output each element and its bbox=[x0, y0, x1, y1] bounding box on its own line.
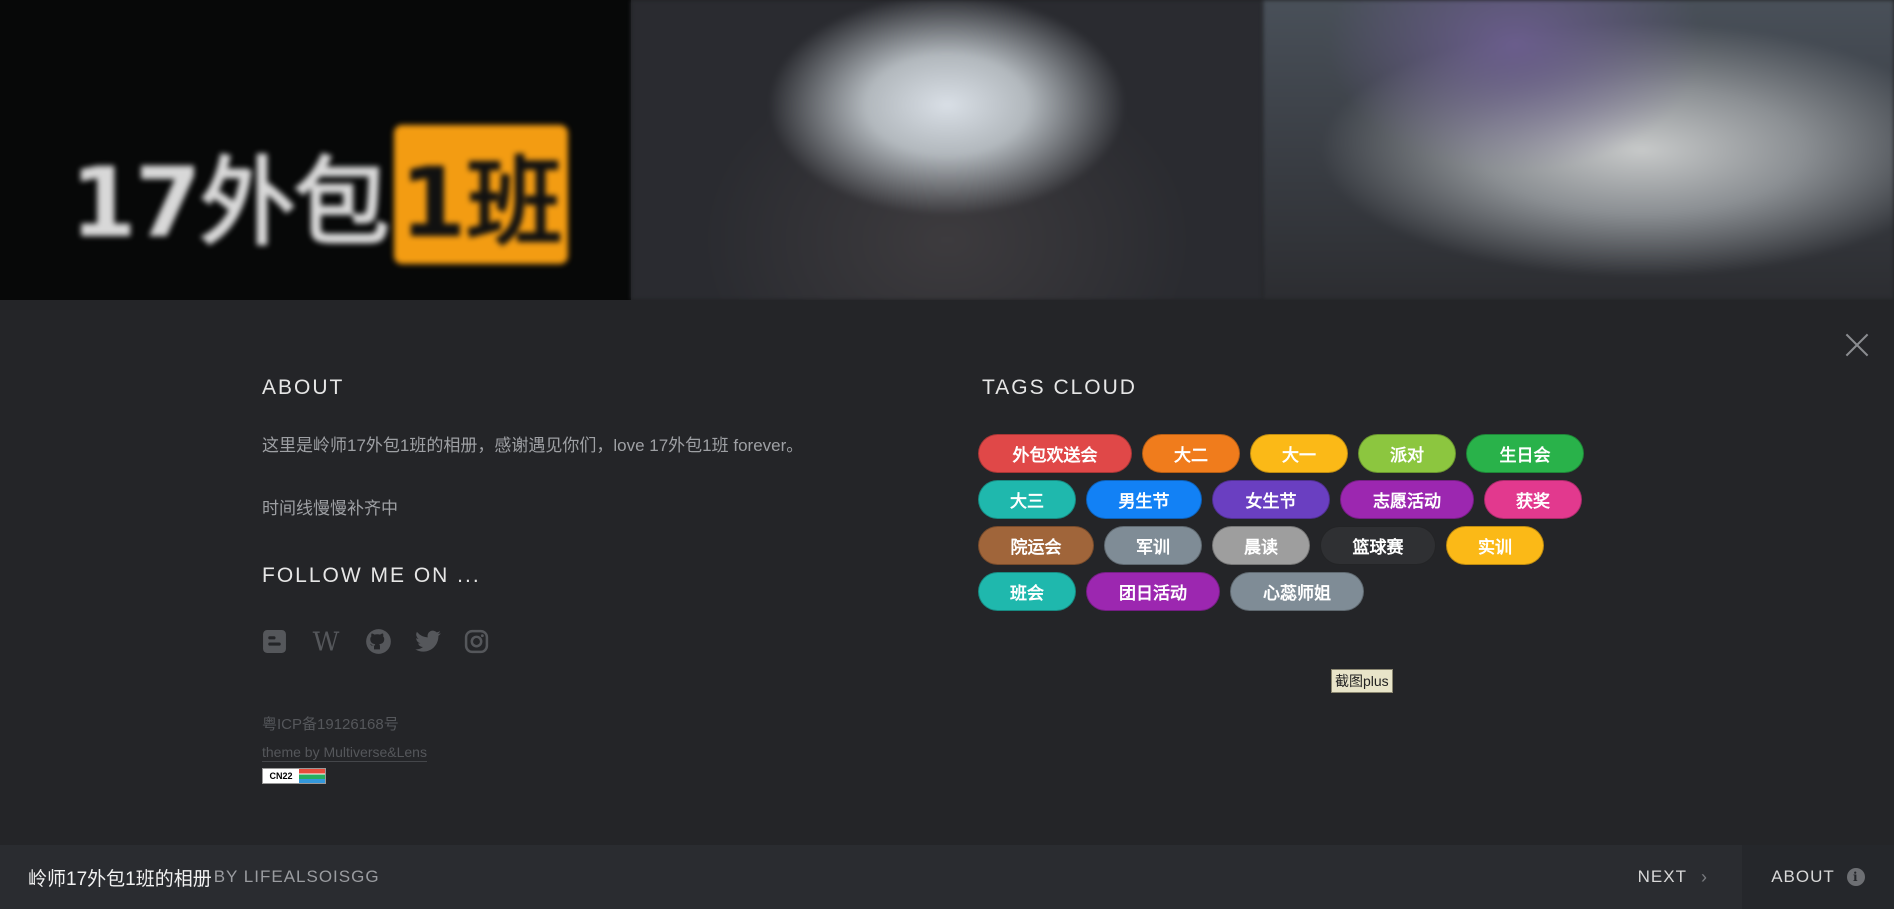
next-button[interactable]: NEXT › bbox=[1602, 845, 1744, 909]
page: 17外包 1班 ABOUT 这里是岭师17外包1班的相册，感谢遇见你们，love… bbox=[0, 0, 1894, 909]
tags-cloud-heading: TAGS CLOUD bbox=[982, 376, 1137, 399]
about-label: ABOUT bbox=[1771, 867, 1835, 886]
class-logo: 17外包 1班 bbox=[70, 125, 569, 264]
next-label: NEXT bbox=[1637, 867, 1687, 886]
site-title[interactable]: 岭师17外包1班的相册 bbox=[28, 864, 212, 891]
badge-stripes bbox=[299, 769, 325, 783]
tag-pill[interactable]: 篮球赛 bbox=[1320, 526, 1436, 565]
instagram-icon[interactable] bbox=[464, 629, 489, 654]
tag-pill[interactable]: 团日活动 bbox=[1086, 572, 1220, 611]
tag-pill[interactable]: 心蕊师姐 bbox=[1230, 572, 1364, 611]
social-links: W bbox=[262, 628, 912, 655]
logo-orange-text: 1班 bbox=[393, 125, 569, 264]
tag-pill[interactable]: 大三 bbox=[978, 480, 1076, 519]
tag-pill[interactable]: 外包欢送会 bbox=[978, 434, 1132, 473]
tag-pill[interactable]: 女生节 bbox=[1212, 480, 1330, 519]
cn22-badge[interactable]: CN22 bbox=[262, 768, 326, 784]
about-description: 这里是岭师17外包1班的相册，感谢遇见你们，love 17外包1班 foreve… bbox=[262, 436, 804, 455]
tag-pill[interactable]: 志愿活动 bbox=[1340, 480, 1474, 519]
svg-text:W: W bbox=[313, 629, 340, 654]
bottom-navigation-bar: 岭师17外包1班的相册 BY LIFEALSOISGG NEXT › ABOUT… bbox=[0, 845, 1894, 909]
github-icon[interactable] bbox=[365, 628, 392, 655]
background-photo-group bbox=[631, 0, 1263, 300]
theme-credit-link[interactable]: theme by Multiverse&Lens bbox=[262, 744, 427, 762]
tags-cloud-column: TAGS CLOUD 外包欢送会 大二 大一 派对 生日会 大三 男生节 女生节… bbox=[978, 376, 1602, 611]
about-column: ABOUT 这里是岭师17外包1班的相册，感谢遇见你们，love 17外包1班 … bbox=[262, 376, 912, 784]
about-heading: ABOUT bbox=[262, 376, 345, 399]
tags-list: 外包欢送会 大二 大一 派对 生日会 大三 男生节 女生节 志愿活动 获奖 院运… bbox=[978, 434, 1598, 611]
blogger-icon[interactable] bbox=[262, 629, 287, 654]
tag-pill[interactable]: 大二 bbox=[1142, 434, 1240, 473]
about-button[interactable]: ABOUT i bbox=[1742, 845, 1894, 909]
info-icon: i bbox=[1846, 868, 1865, 886]
tag-pill[interactable]: 军训 bbox=[1104, 526, 1202, 565]
twitter-icon[interactable] bbox=[414, 630, 442, 654]
tag-pill[interactable]: 派对 bbox=[1358, 434, 1456, 473]
about-overlay-panel: ABOUT 这里是岭师17外包1班的相册，感谢遇见你们，love 17外包1班 … bbox=[0, 300, 1894, 845]
background-photo-strip: 17外包 1班 bbox=[0, 0, 1894, 300]
background-photo-hall bbox=[1262, 0, 1894, 300]
tag-pill[interactable]: 院运会 bbox=[978, 526, 1094, 565]
tag-pill[interactable]: 获奖 bbox=[1484, 480, 1582, 519]
site-author: BY LIFEALSOISGG bbox=[213, 867, 380, 886]
tag-pill[interactable]: 晨读 bbox=[1212, 526, 1310, 565]
tag-pill[interactable]: 生日会 bbox=[1466, 434, 1584, 473]
badge-label: CN22 bbox=[263, 769, 299, 783]
screenshot-watermark: 截图plus bbox=[1331, 669, 1393, 693]
follow-heading: FOLLOW ME ON ... bbox=[262, 564, 481, 587]
logo-white-text: 17外包 bbox=[70, 147, 390, 259]
chevron-right-icon: › bbox=[1701, 866, 1708, 887]
wikipedia-icon[interactable]: W bbox=[309, 629, 343, 654]
close-icon[interactable] bbox=[1842, 330, 1872, 360]
tag-pill[interactable]: 大一 bbox=[1250, 434, 1348, 473]
about-timeline-note: 时间线慢慢补齐中 bbox=[262, 499, 398, 518]
icp-record-link[interactable]: 粤ICP备19126168号 bbox=[262, 713, 912, 734]
tag-pill[interactable]: 男生节 bbox=[1086, 480, 1202, 519]
tag-pill[interactable]: 实训 bbox=[1446, 526, 1544, 565]
background-logo-tile: 17外包 1班 bbox=[0, 0, 632, 300]
tag-pill[interactable]: 班会 bbox=[978, 572, 1076, 611]
